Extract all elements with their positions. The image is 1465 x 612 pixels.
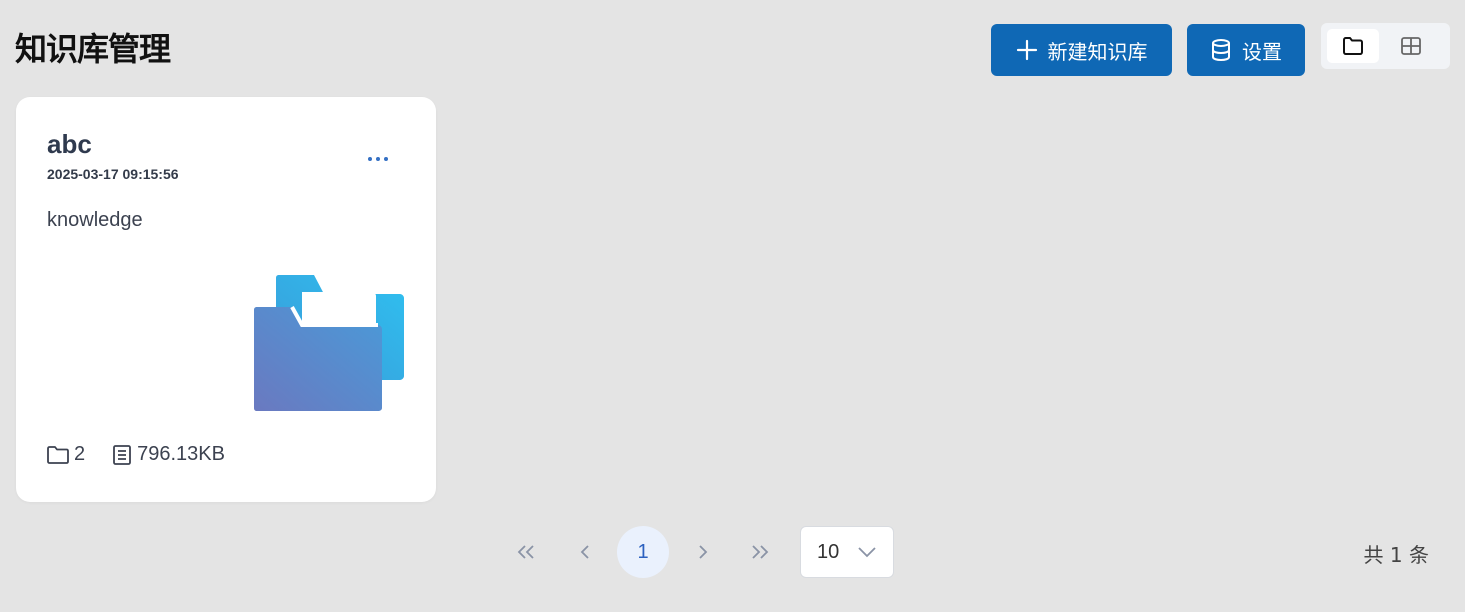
prev-page-button[interactable] <box>560 526 612 578</box>
database-icon <box>1212 39 1230 62</box>
size-value: 796.13KB <box>137 443 225 465</box>
page-title: 知识库管理 <box>15 30 171 68</box>
plus-icon <box>1016 39 1037 61</box>
page-button-current[interactable]: 1 <box>617 526 669 578</box>
folder-icon <box>47 445 69 464</box>
grid-view-option[interactable] <box>1385 29 1437 63</box>
card-description: knowledge <box>47 209 143 231</box>
card-date: 2025-03-17 09:15:56 <box>47 166 179 182</box>
chevron-left-icon <box>580 545 589 559</box>
knowledge-base-card[interactable]: abc 2025-03-17 09:15:56 knowledge 2 796.… <box>16 97 436 502</box>
double-chevron-left-icon <box>517 545 534 559</box>
folder-illustration-icon <box>254 275 404 411</box>
total-count: 共 1 条 <box>1363 543 1429 567</box>
last-page-button[interactable] <box>734 526 786 578</box>
new-button-label: 新建知识库 <box>1047 39 1148 64</box>
folder-icon <box>1343 37 1363 55</box>
settings-button[interactable]: 设置 <box>1187 24 1305 76</box>
folder-view-option[interactable] <box>1327 29 1379 63</box>
double-chevron-right-icon <box>752 545 769 559</box>
folder-count-stat: 2 <box>46 443 85 466</box>
grid-icon <box>1401 37 1421 55</box>
card-title: abc <box>47 129 92 159</box>
document-icon <box>113 444 132 465</box>
chevron-down-icon <box>858 547 876 558</box>
more-options-icon[interactable] <box>362 149 394 169</box>
first-page-button[interactable] <box>500 526 552 578</box>
page-size-value: 10 <box>817 540 840 563</box>
page-size-select[interactable]: 10 <box>800 526 894 578</box>
view-toggle <box>1321 23 1450 69</box>
next-page-button[interactable] <box>676 526 728 578</box>
chevron-right-icon <box>699 545 708 559</box>
settings-button-label: 设置 <box>1242 39 1282 64</box>
size-stat: 796.13KB <box>111 443 225 466</box>
card-stats: 2 796.13KB <box>46 443 225 466</box>
new-knowledge-base-button[interactable]: 新建知识库 <box>991 24 1172 76</box>
folder-count: 2 <box>74 443 86 465</box>
